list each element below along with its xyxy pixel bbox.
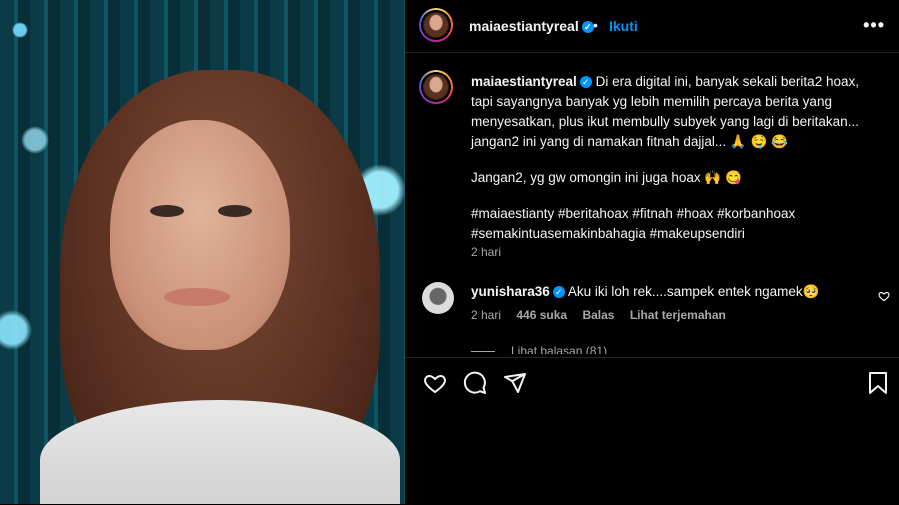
verified-icon: ✓ (552, 286, 565, 299)
post-header: maiaestiantyreal ✓ • Ikuti ••• (405, 0, 899, 53)
send-icon[interactable] (503, 371, 527, 395)
post-time[interactable]: 2 hari (471, 245, 501, 259)
image-lips (164, 288, 230, 306)
caption-avatar[interactable] (419, 70, 453, 104)
image-face (110, 120, 290, 350)
comment-heart-icon[interactable] (878, 290, 890, 302)
caption-line-1: Di era digital ini, banyak sekali berita… (595, 74, 859, 89)
comment-text-row: yunishara36 ✓ Aku iki loh rek....sampek e… (471, 284, 871, 300)
heart-icon[interactable] (423, 371, 447, 395)
caption-hashtags-2[interactable]: #semakintuasemakinbahagia #makeupsendiri (471, 224, 881, 244)
separator-dot: • (593, 17, 598, 33)
author-username[interactable]: maiaestiantyreal ✓ (469, 18, 594, 34)
bookmark-icon[interactable] (867, 371, 889, 395)
image-left-eye (150, 205, 184, 217)
view-replies[interactable]: Lihat balasan (81) (471, 344, 607, 354)
post-panel: maiaestiantyreal ✓ • Ikuti ••• maiaestian… (405, 0, 899, 504)
caption-hashtags-1[interactable]: #maiaestianty #beritahoax #fitnah #hoax … (471, 204, 881, 224)
verified-icon: ✓ (579, 76, 592, 89)
commenter-username[interactable]: yunishara36 (471, 284, 550, 299)
caption-line-4: jangan2 ini yang di namakan fitnah dajja… (471, 134, 788, 149)
action-bar (405, 357, 899, 505)
caption-paragraph-2: Jangan2, yg gw omongin ini juga hoax 🙌 😋 (471, 170, 742, 185)
comment-reply-button[interactable]: Balas (582, 308, 614, 322)
follow-button[interactable]: Ikuti (609, 18, 638, 34)
caption-line-2: tapi sayangnya banyak yg lebih memilih p… (471, 94, 832, 109)
comment-likes[interactable]: 446 suka (516, 308, 567, 322)
verified-icon: ✓ (581, 21, 594, 34)
post-caption: maiaestiantyreal ✓ Di era digital ini, ba… (471, 72, 881, 244)
commenter-avatar[interactable] (422, 282, 454, 314)
image-right-eye (218, 205, 252, 217)
caption-username[interactable]: maiaestiantyreal (471, 74, 577, 89)
comment-icon[interactable] (463, 371, 487, 395)
comment-meta: 2 hari 446 suka Balas Lihat terjemahan (471, 308, 738, 322)
comment-translate-button[interactable]: Lihat terjemahan (630, 308, 726, 322)
comment-time[interactable]: 2 hari (471, 308, 501, 322)
more-icon[interactable]: ••• (863, 15, 885, 36)
author-avatar[interactable] (419, 8, 453, 42)
caption-line-3: menyesatkan, plus ikut membully subyek y… (471, 114, 859, 129)
post-image[interactable] (0, 0, 405, 504)
comment-text: Aku iki loh rek....sampek entek ngamek🥺 (567, 284, 820, 299)
